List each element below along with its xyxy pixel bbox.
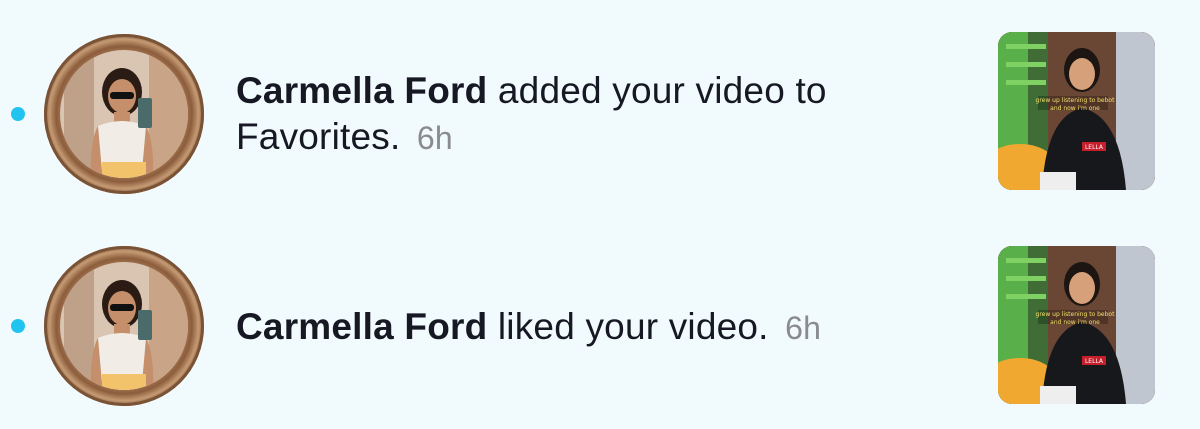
user-avatar[interactable] bbox=[44, 246, 204, 406]
username-link[interactable]: Carmella Ford bbox=[236, 306, 487, 347]
unread-indicator bbox=[11, 319, 25, 333]
username-link[interactable]: Carmella Ford bbox=[236, 70, 487, 111]
notification-row[interactable]: Carmella Ford liked your video. 6h grew … bbox=[0, 226, 1200, 426]
caption-line-1: grew up listening to bebot bbox=[1036, 311, 1116, 318]
notification-action: liked your video. bbox=[497, 306, 769, 347]
timestamp: 6h bbox=[785, 310, 822, 346]
notification-row[interactable]: Carmella Ford added your video to Favori… bbox=[0, 14, 1200, 214]
notification-text: Carmella Ford added your video to Favori… bbox=[236, 68, 936, 161]
video-thumbnail-icon: grew up listening to bebot and now i'm o… bbox=[998, 32, 1155, 190]
caption-line-2: and now i'm one bbox=[1050, 105, 1100, 112]
name-tag-text: LELLA bbox=[1085, 358, 1104, 365]
video-thumbnail[interactable]: grew up listening to bebot and now i'm o… bbox=[998, 246, 1155, 404]
avatar-photo-icon bbox=[60, 262, 188, 390]
video-thumbnail-icon: grew up listening to bebot and now i'm o… bbox=[998, 246, 1155, 404]
avatar-photo-icon bbox=[60, 50, 188, 178]
caption-line-2: and now i'm one bbox=[1050, 319, 1100, 326]
video-thumbnail[interactable]: grew up listening to bebot and now i'm o… bbox=[998, 32, 1155, 190]
name-tag-text: LELLA bbox=[1085, 144, 1104, 151]
caption-line-1: grew up listening to bebot bbox=[1036, 97, 1116, 104]
unread-indicator bbox=[11, 107, 25, 121]
timestamp: 6h bbox=[416, 120, 453, 156]
user-avatar[interactable] bbox=[44, 34, 204, 194]
notification-text: Carmella Ford liked your video. 6h bbox=[236, 304, 936, 351]
